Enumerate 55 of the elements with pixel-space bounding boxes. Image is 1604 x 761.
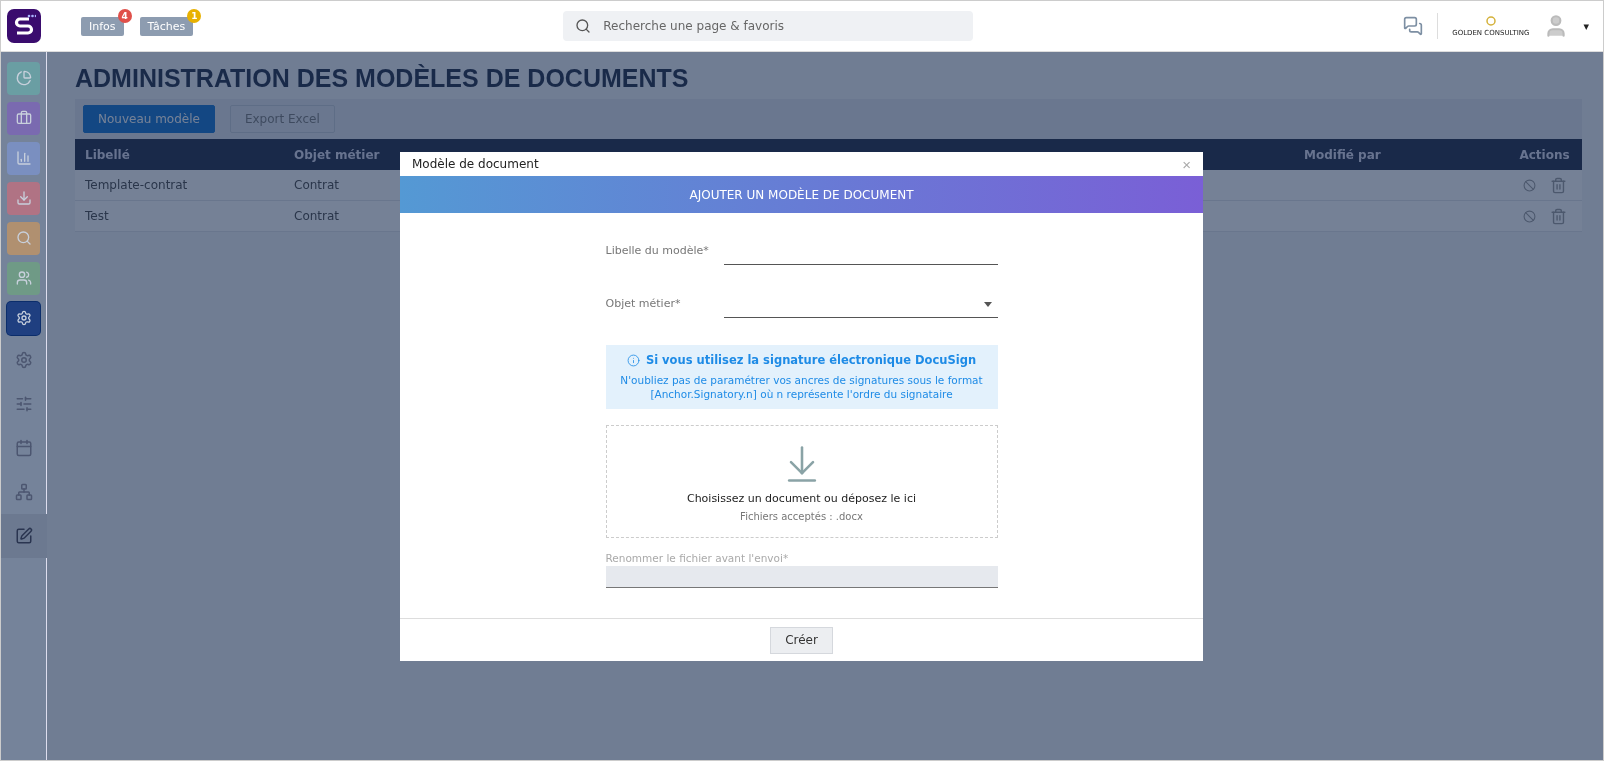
info-icon [626, 353, 640, 367]
disable-icon[interactable] [1522, 209, 1536, 223]
menu-caret[interactable]: ▾ [1583, 19, 1589, 33]
delete-icon[interactable] [1549, 207, 1567, 225]
pie-chart-icon [15, 70, 32, 86]
search-input[interactable]: Recherche une page & favoris [601, 18, 962, 34]
edit-icon [14, 527, 33, 545]
module-tile[interactable] [7, 221, 40, 255]
settings-icon [14, 351, 33, 369]
field-label: Libelle du modèle* [605, 244, 710, 259]
module-tile[interactable] [7, 181, 40, 215]
table-cell: Template-contrat [85, 178, 188, 192]
drop-text: Choisissez un document ou déposez le ici [686, 491, 917, 505]
users-icon [15, 270, 32, 286]
drop-zone[interactable]: Choisissez un document ou déposez le ici Fichiers acceptés : .docx [605, 425, 998, 538]
column-header: Modifié par [1294, 139, 1497, 170]
count-badge: 1 [187, 8, 202, 23]
chat-icon[interactable] [1403, 16, 1424, 36]
module-tile[interactable] [7, 101, 40, 135]
download-icon [15, 190, 32, 206]
module-tile[interactable] [7, 301, 40, 335]
search-icon [575, 18, 592, 34]
create-button[interactable]: Créer [770, 626, 833, 654]
sidebar-item[interactable] [1, 514, 47, 558]
info-title: Si vous utilisez la signature électronique DocuSign [645, 353, 977, 367]
search-icon [15, 230, 32, 246]
company-logo-icon [1484, 15, 1497, 27]
module-tile[interactable] [7, 141, 40, 175]
sliders-icon [14, 395, 33, 413]
field-label: Objet métier* [605, 297, 682, 312]
column-header: Libellé [75, 139, 284, 170]
delete-icon[interactable] [1549, 176, 1567, 194]
dialog-banner: AJOUTER UN MODÈLE DE DOCUMENT [400, 176, 1203, 213]
page-title: ADMINISTRATION DES MODÈLES DE DOCUMENTS [75, 64, 690, 93]
briefcase-icon [15, 110, 32, 126]
calendar-icon [14, 439, 33, 457]
hierarchy-icon [14, 483, 33, 501]
module-tile[interactable] [7, 261, 40, 295]
bar-chart-icon [15, 150, 32, 166]
column-header: Actions [1497, 139, 1582, 170]
module-tile[interactable] [7, 61, 40, 95]
table-cell: Contrat [294, 178, 340, 192]
field-label: Renommer le fichier avant l'envoi* [605, 552, 790, 564]
info-text: N'oubliez pas de paramétrer vos ancres de signatures sous le format [Anchor.Signatory.n] où n représente l'ordre du signataire [619, 373, 984, 401]
settings-icon [15, 310, 32, 326]
disable-icon[interactable] [1522, 178, 1536, 192]
search-field[interactable]: Recherche une page & favoris [563, 11, 974, 41]
app-logo[interactable] [7, 9, 41, 43]
table-cell: Contrat [294, 209, 340, 223]
close-button[interactable]: × [1182, 155, 1191, 173]
table-cell: Test [85, 209, 109, 223]
caret-icon [983, 302, 992, 307]
drop-hint: Fichiers acceptés : .docx [740, 510, 863, 522]
count-badge: 4 [117, 8, 132, 23]
new-button[interactable]: Nouveau modèle [83, 105, 215, 133]
